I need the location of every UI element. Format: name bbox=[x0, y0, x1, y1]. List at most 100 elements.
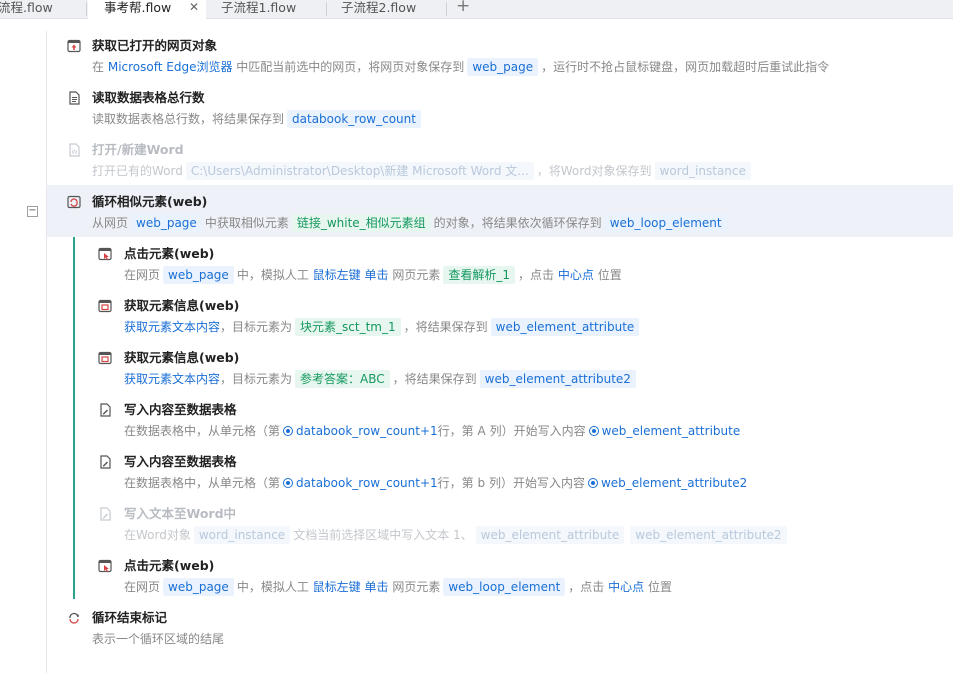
text: 行，第 bbox=[437, 424, 474, 438]
variable-chip[interactable]: web_element_attribute2 bbox=[630, 526, 787, 544]
text: 在数据表格中，从单元格（第 bbox=[124, 424, 281, 438]
variable-chip[interactable]: web_element_attribute bbox=[490, 318, 640, 336]
text: 中，模拟人工 bbox=[236, 268, 309, 282]
row-expression[interactable]: databook_row_count+1 bbox=[296, 424, 438, 438]
gutter-line bbox=[46, 31, 47, 673]
step-title: 写入文本至Word中 bbox=[124, 506, 237, 521]
content-variable[interactable]: web_element_attribute bbox=[602, 424, 741, 438]
variable-chip[interactable]: web_element_attribute bbox=[475, 526, 625, 544]
text: 表示一个循环区域的结尾 bbox=[92, 632, 225, 646]
step-title: 打开/新建Word bbox=[92, 142, 184, 157]
word-write-icon bbox=[100, 507, 111, 521]
step-title: 获取元素信息(web) bbox=[124, 350, 240, 365]
variable-chip[interactable]: web_element_attribute2 bbox=[479, 370, 636, 388]
text: ，目标元素为 bbox=[220, 320, 293, 334]
tab-label: 事考帮.flow bbox=[104, 0, 172, 15]
element-chip[interactable]: 参考答案：ABC bbox=[295, 370, 390, 388]
step-title: 读取数据表格总行数 bbox=[92, 90, 205, 105]
text: 中获取相似元素 bbox=[204, 216, 289, 230]
text: 打开已有的Word bbox=[92, 164, 183, 178]
loop-end-icon bbox=[69, 612, 79, 624]
text: ，将结果保存到 bbox=[392, 372, 477, 386]
tab-divider bbox=[86, 2, 87, 16]
text: 网页元素 bbox=[392, 580, 441, 594]
step-description: 在数据表格中，从单元格（第 databook_row_count+1行，第 b 列… bbox=[124, 474, 747, 492]
text: 位置 bbox=[647, 580, 672, 594]
text: 行，第 bbox=[437, 476, 474, 490]
text: 中，模拟人工 bbox=[236, 580, 309, 594]
tab-divider bbox=[446, 2, 447, 16]
element-chip[interactable]: 链接_white_相似元素组 bbox=[291, 214, 431, 232]
text: 中匹配当前选中的网页，将网页对象保存到 bbox=[236, 60, 465, 74]
variable-chip[interactable]: web_page bbox=[131, 214, 202, 232]
collapse-toggle-icon[interactable]: − bbox=[27, 206, 38, 217]
column-value[interactable]: A bbox=[478, 424, 486, 438]
text: 的对象，将结果依次循环保存到 bbox=[433, 216, 602, 230]
text: 位置 bbox=[597, 268, 622, 282]
word-document-icon: W bbox=[69, 143, 80, 157]
content-variable[interactable]: web_element_attribute2 bbox=[601, 476, 747, 490]
step-description: 获取元素文本内容，目标元素为 参考答案：ABC ，将结果保存到 web_element… bbox=[124, 370, 639, 388]
browser-link[interactable]: Microsoft Edge浏览器 bbox=[108, 60, 233, 74]
loop-body-indicator bbox=[73, 237, 75, 599]
variable-chip[interactable]: web_loop_element bbox=[443, 578, 566, 596]
variable-chip[interactable]: word_instance bbox=[193, 526, 291, 544]
loop-icon bbox=[67, 195, 81, 209]
element-info-icon bbox=[98, 299, 112, 313]
step-title: 获取已打开的网页对象 bbox=[92, 38, 218, 53]
text: 在数据表格中，从单元格（第 bbox=[124, 476, 281, 490]
add-tab-icon[interactable]: + bbox=[456, 0, 470, 15]
info-type-link[interactable]: 获取元素文本内容 bbox=[124, 320, 220, 334]
step-title: 点击元素(web) bbox=[124, 246, 215, 261]
element-info-icon bbox=[98, 351, 112, 365]
text: 网页元素 bbox=[392, 268, 441, 282]
variable-chip[interactable]: databook_row_count bbox=[287, 110, 421, 128]
step-description: 在数据表格中，从单元格（第 databook_row_count+1行，第 A 列… bbox=[124, 422, 740, 440]
browser-upload-icon bbox=[67, 39, 81, 53]
info-type-link[interactable]: 获取元素文本内容 bbox=[124, 372, 220, 386]
write-document-icon bbox=[100, 403, 111, 417]
variable-icon bbox=[283, 426, 294, 436]
tab-flow[interactable]: 流程.flow bbox=[0, 0, 83, 19]
mouse-button-link[interactable]: 鼠标左键 bbox=[313, 580, 361, 594]
step-title: 循环结束标记 bbox=[92, 610, 168, 625]
variable-chip[interactable]: web_page bbox=[163, 266, 234, 284]
tab-subflow-2[interactable]: 子流程2.flow bbox=[341, 0, 441, 19]
row-expression[interactable]: databook_row_count+1 bbox=[296, 476, 438, 490]
text: ，将结果保存到 bbox=[403, 320, 488, 334]
text: ，目标元素为 bbox=[220, 372, 293, 386]
step-title: 写入内容至数据表格 bbox=[124, 402, 237, 417]
variable-chip[interactable]: web_page bbox=[163, 578, 234, 596]
step-description: 在网页 web_page 中，模拟人工 鼠标左键 单击 网页元素 web_loop_e… bbox=[124, 578, 672, 596]
variable-chip[interactable]: web_page bbox=[467, 58, 539, 76]
click-type-link[interactable]: 单击 bbox=[365, 268, 389, 282]
mouse-button-link[interactable]: 鼠标左键 bbox=[313, 268, 361, 282]
text: 列）开始写入内容 bbox=[488, 476, 585, 490]
click-type-link[interactable]: 单击 bbox=[365, 580, 389, 594]
step-title: 写入内容至数据表格 bbox=[124, 454, 237, 469]
file-path-chip[interactable]: C:\Users\Administrator\Desktop\新建 Micros… bbox=[185, 162, 534, 180]
text: 在网页 bbox=[124, 268, 161, 282]
step-title: 点击元素(web) bbox=[124, 558, 215, 573]
click-element-icon bbox=[98, 559, 112, 573]
step-description: 表示一个循环区域的结尾 bbox=[92, 630, 224, 648]
text: ，运行时不抢占鼠标键盘，网页加载超时后重试此指令 bbox=[541, 60, 830, 74]
text: 从网页 bbox=[92, 216, 129, 230]
tab-bar: 流程.flow 事考帮.flow ✕ 子流程1.flow 子流程2.flow + bbox=[0, 0, 953, 20]
variable-chip[interactable]: web_loop_element bbox=[604, 214, 727, 232]
text: ，点击 bbox=[568, 580, 605, 594]
tab-subflow-1[interactable]: 子流程1.flow bbox=[221, 0, 321, 19]
variable-chip[interactable]: word_instance bbox=[654, 162, 751, 180]
step-title: 获取元素信息(web) bbox=[124, 298, 240, 313]
click-position-link[interactable]: 中心点 bbox=[608, 580, 644, 594]
element-chip[interactable]: 块元素_sct_tm_1 bbox=[295, 318, 401, 336]
element-chip[interactable]: 查看解析_1 bbox=[443, 266, 515, 284]
step-description: 获取元素文本内容，目标元素为 块元素_sct_tm_1 ，将结果保存到 web_ele… bbox=[124, 318, 642, 336]
step-description: 读取数据表格总行数，将结果保存到 databook_row_count bbox=[92, 110, 424, 128]
column-value[interactable]: b bbox=[478, 476, 486, 490]
variable-icon bbox=[283, 478, 294, 488]
flow-editor: − 获取已打开的网页对象 在 Microsoft Edge浏览器 中匹配当前选中… bbox=[0, 19, 953, 674]
click-position-link[interactable]: 中心点 bbox=[558, 268, 594, 282]
step-description: 在Word对象 word_instance 文档当前选择区域中写入文本 1、 web_… bbox=[124, 526, 790, 544]
close-icon[interactable]: ✕ bbox=[189, 0, 199, 15]
